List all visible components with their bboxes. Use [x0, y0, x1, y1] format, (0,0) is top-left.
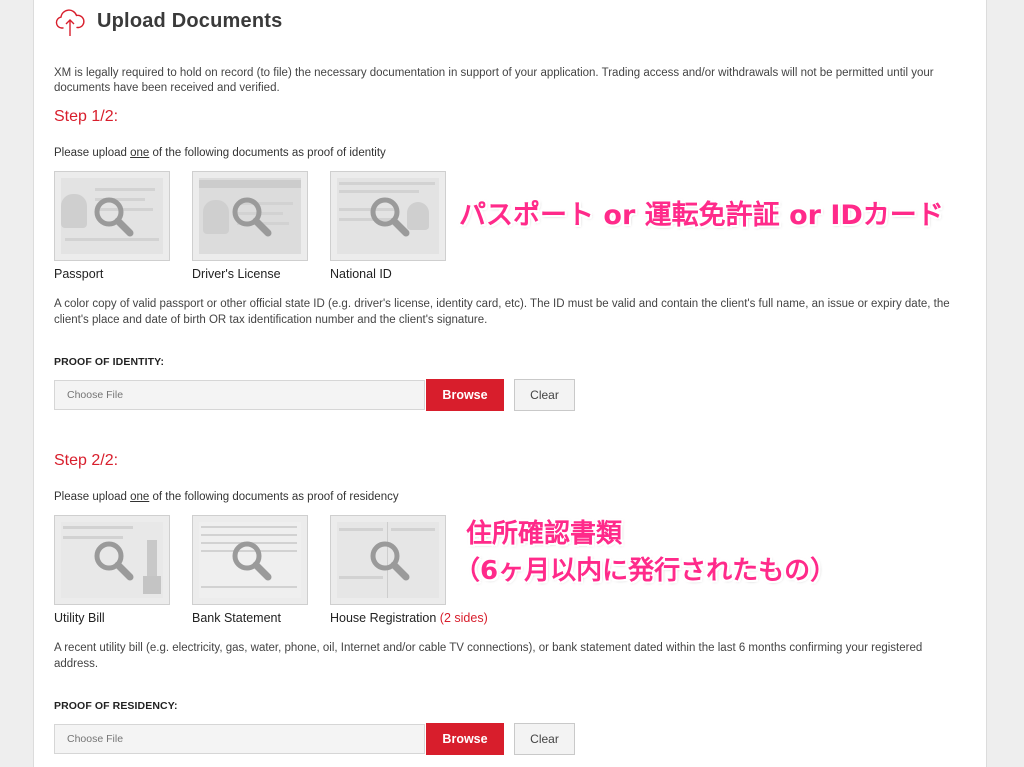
magnifier-icon — [370, 541, 410, 581]
identity-browse-button[interactable]: Browse — [426, 379, 504, 411]
magnifier-icon — [94, 197, 134, 237]
utility-bill-label: Utility Bill — [54, 611, 105, 625]
step2-title: Step 2/2: — [54, 452, 119, 469]
residency-annotation-line2: （6ヶ月以内に発行されたもの） — [454, 556, 837, 586]
upload-panel: Upload Documents XM is legally required … — [33, 0, 987, 767]
step1-title: Step 1/2: — [54, 108, 119, 125]
identity-annotation: パスポート or 運転免許証 or IDカード — [459, 200, 944, 231]
residency-browse-button[interactable]: Browse — [426, 723, 504, 755]
passport-label: Passport — [54, 267, 104, 281]
magnifier-icon — [370, 197, 410, 237]
utility-bill-thumbnail[interactable] — [54, 515, 170, 605]
magnifier-icon — [94, 541, 134, 581]
page-title: Upload Documents — [97, 10, 283, 32]
proof-of-residency-label: PROOF OF RESIDENCY: — [54, 700, 178, 712]
residency-annotation-line1: 住所確認書類 — [466, 519, 623, 549]
magnifier-icon — [232, 541, 272, 581]
identity-clear-button[interactable]: Clear — [514, 379, 575, 411]
step1-instruction: Please upload one of the following docum… — [54, 147, 386, 159]
drivers-license-label: Driver's License — [192, 267, 281, 281]
residency-description: A recent utility bill (e.g. electricity,… — [54, 642, 923, 670]
intro-text: XM is legally required to hold on record… — [54, 67, 934, 94]
bank-statement-thumbnail[interactable] — [192, 515, 308, 605]
residency-file-input[interactable] — [54, 724, 425, 754]
house-registration-thumbnail[interactable] — [330, 515, 446, 605]
passport-thumbnail[interactable] — [54, 171, 170, 261]
identity-file-input[interactable] — [54, 380, 425, 410]
national-id-thumbnail[interactable] — [330, 171, 446, 261]
residency-clear-button[interactable]: Clear — [514, 723, 575, 755]
bank-statement-label: Bank Statement — [192, 611, 281, 625]
magnifier-icon — [232, 197, 272, 237]
proof-of-identity-label: PROOF OF IDENTITY: — [54, 356, 165, 368]
two-sides-note: (2 sides) — [439, 611, 488, 625]
drivers-license-thumbnail[interactable] — [192, 171, 308, 261]
house-registration-label: House Registration (2 sides) — [330, 611, 488, 625]
cloud-upload-icon — [55, 9, 85, 36]
identity-description: A color copy of valid passport or other … — [54, 298, 950, 326]
national-id-label: National ID — [330, 267, 392, 281]
step2-instruction: Please upload one of the following docum… — [54, 491, 399, 503]
